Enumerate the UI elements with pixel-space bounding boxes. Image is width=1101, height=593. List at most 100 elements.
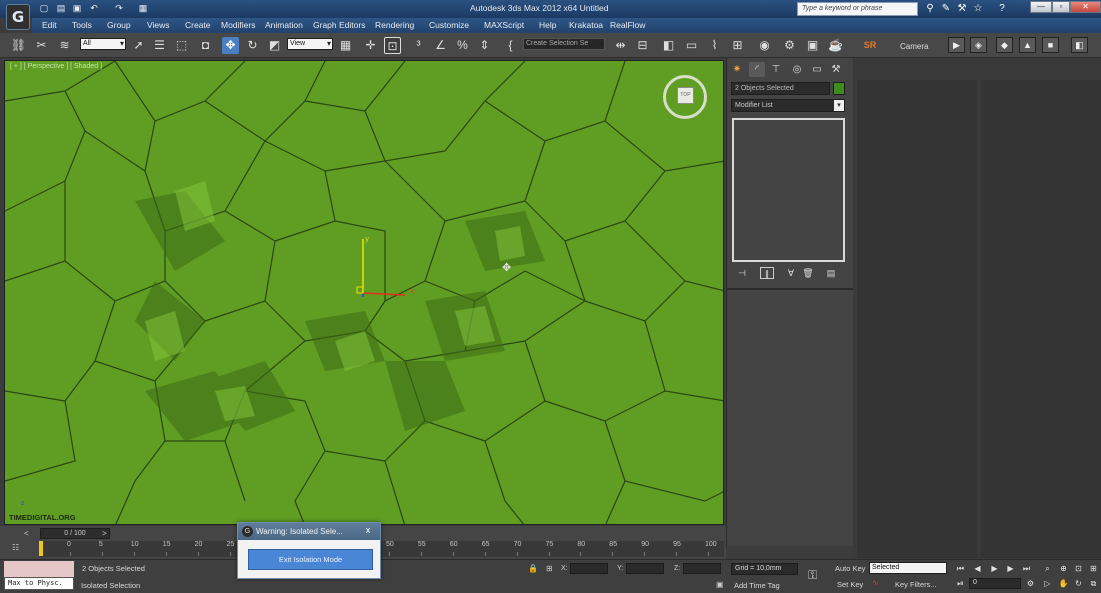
menu-group[interactable]: Group: [107, 20, 131, 30]
make-unique-icon[interactable]: ∀: [784, 267, 798, 279]
x-coord-field[interactable]: [570, 563, 608, 574]
snaps-toggle-icon[interactable]: ³: [410, 37, 427, 54]
menu-help[interactable]: Help: [539, 20, 556, 30]
menu-customize[interactable]: Customize: [429, 20, 469, 30]
flag-camera-icon[interactable]: ◧: [1071, 37, 1088, 53]
help-icon[interactable]: ?: [996, 3, 1008, 15]
selection-set-dropdown[interactable]: Selected: [869, 562, 947, 574]
new-file-icon[interactable]: ▢: [38, 3, 50, 14]
object-color-swatch[interactable]: [833, 82, 845, 95]
perspective-viewport[interactable]: y x z ✥ [ + ] [ Perspective ] [ Shaded ]…: [4, 60, 724, 525]
select-and-manipulate-icon[interactable]: ✛: [362, 37, 379, 54]
rect-selection-region-icon[interactable]: ⬚: [173, 37, 190, 54]
time-config-icon[interactable]: ⚙: [1024, 578, 1037, 589]
configure-modifier-sets-icon[interactable]: ▤: [824, 267, 838, 279]
next-frame-icon[interactable]: ▶: [1004, 563, 1017, 574]
edit-named-selection-icon[interactable]: {: [502, 37, 519, 54]
unlink-icon[interactable]: ✂: [33, 37, 50, 54]
key-icon[interactable]: ⚿: [808, 568, 817, 583]
previous-frame-icon[interactable]: ◀: [971, 563, 984, 574]
maxscript-listener-input[interactable]: Max to Physc.: [4, 577, 74, 590]
selection-filter-dropdown[interactable]: All: [80, 38, 126, 50]
zoom-all-icon[interactable]: ⊕: [1057, 563, 1070, 574]
curve-editor-icon[interactable]: ⌇: [706, 37, 723, 54]
pan-view-icon[interactable]: ✋: [1057, 578, 1070, 589]
rendered-frame-window-icon[interactable]: ▣: [804, 37, 821, 54]
create-tab-icon[interactable]: ✷: [729, 62, 745, 77]
menu-rendering[interactable]: Rendering: [375, 20, 414, 30]
mirror-icon[interactable]: ⇹: [612, 37, 629, 54]
menu-animation[interactable]: Animation: [265, 20, 303, 30]
redo-icon[interactable]: ↷: [113, 3, 125, 14]
search-input[interactable]: Type a keyword or phrase: [797, 2, 918, 16]
play-icon[interactable]: ▶: [988, 563, 1001, 574]
display-tab-icon[interactable]: ▭: [809, 62, 825, 77]
named-selection-dropdown[interactable]: Create Selection Se: [523, 38, 605, 50]
maximize-viewport-icon[interactable]: ⧉: [1087, 578, 1100, 589]
reference-coordinate-dropdown[interactable]: View: [287, 38, 333, 50]
modifier-list-dropdown[interactable]: Modifier List ▾: [731, 99, 845, 112]
key-mode-toggle-icon[interactable]: ⏯: [954, 578, 967, 589]
go-to-end-icon[interactable]: ⏭: [1020, 563, 1033, 574]
menu-maxscript[interactable]: MAXScript: [484, 20, 524, 30]
key-mode-icon[interactable]: ∿: [872, 578, 879, 587]
menu-edit[interactable]: Edit: [42, 20, 57, 30]
layer-manager-icon[interactable]: ◧: [660, 37, 677, 54]
modifier-stack[interactable]: [732, 118, 845, 262]
camera-settings-icon[interactable]: ◆: [996, 37, 1013, 53]
menu-graph-editors[interactable]: Graph Editors: [313, 20, 365, 30]
pivot-center-icon[interactable]: ▦: [337, 37, 354, 54]
time-tag-icon[interactable]: ▣: [716, 580, 724, 589]
add-time-tag-button[interactable]: Add Time Tag: [734, 581, 780, 590]
utilities-tab-icon[interactable]: ⚒: [828, 62, 844, 77]
camera-view-icon[interactable]: ◈: [970, 37, 987, 53]
close-button[interactable]: ✕: [1070, 1, 1101, 13]
menu-krakatoa[interactable]: Krakatoa: [569, 20, 603, 30]
menu-realflow[interactable]: RealFlow: [610, 20, 645, 30]
bind-space-warp-icon[interactable]: ≋: [56, 37, 73, 54]
pin-stack-icon[interactable]: ⊣: [735, 267, 749, 279]
menu-views[interactable]: Views: [147, 20, 170, 30]
select-by-name-icon[interactable]: ☰: [151, 37, 168, 54]
field-of-view-icon[interactable]: ▷: [1041, 578, 1054, 589]
maxscript-listener-output[interactable]: [4, 561, 74, 577]
track-bar[interactable]: 0510152025303540455055606570758085909510…: [40, 541, 724, 557]
percent-snap-icon[interactable]: %: [454, 37, 471, 54]
schematic-view-icon[interactable]: ⊞: [729, 37, 746, 54]
modify-tab-icon[interactable]: ◜: [749, 62, 765, 77]
camera-tool-icon[interactable]: ▶: [948, 37, 965, 53]
render-production-icon[interactable]: ☕: [827, 37, 844, 54]
angle-snap-icon[interactable]: ∠: [432, 37, 449, 54]
project-folder-icon[interactable]: ▦: [137, 3, 149, 14]
selection-name-field[interactable]: 2 Objects Selected: [731, 82, 830, 95]
select-and-link-icon[interactable]: ⛓: [10, 37, 27, 54]
binoculars-icon[interactable]: ⚲: [924, 3, 936, 15]
go-to-start-icon[interactable]: ⏮: [954, 563, 967, 574]
zoom-extents-icon[interactable]: ⊡: [1072, 563, 1085, 574]
orbit-icon[interactable]: ↻: [1072, 578, 1085, 589]
menu-tools[interactable]: Tools: [72, 20, 92, 30]
material-editor-icon[interactable]: ◉: [756, 37, 773, 54]
viewport-label-menu[interactable]: [ + ] [ Perspective ] [ Shaded ]: [10, 63, 102, 70]
graphite-ribbon-icon[interactable]: ▭: [683, 37, 700, 54]
favorites-star-icon[interactable]: ☆: [972, 3, 984, 15]
undo-icon[interactable]: ↶: [88, 3, 100, 14]
communication-center-icon[interactable]: ✎: [940, 3, 952, 15]
align-icon[interactable]: ⊟: [634, 37, 651, 54]
dialog-close-button[interactable]: x: [358, 524, 378, 537]
zoom-icon[interactable]: ⌕: [1041, 563, 1054, 574]
show-end-result-icon[interactable]: ∥: [760, 267, 774, 279]
minimize-button[interactable]: —: [1030, 1, 1052, 13]
time-slider[interactable]: 0 / 100: [40, 528, 110, 539]
select-and-move-icon[interactable]: ✥: [222, 37, 239, 54]
window-crossing-icon[interactable]: ◘: [197, 37, 214, 54]
set-key-button[interactable]: Set Key: [837, 580, 863, 589]
remove-modifier-icon[interactable]: 🗑: [801, 267, 815, 279]
y-coord-field[interactable]: [626, 563, 664, 574]
keyboard-shortcut-override-icon[interactable]: ⊡: [384, 37, 401, 54]
application-button[interactable]: G: [6, 4, 30, 30]
auto-key-button[interactable]: Auto Key: [835, 564, 865, 573]
mini-curve-editor-icon[interactable]: ☷: [12, 543, 19, 552]
absolute-mode-icon[interactable]: ⊞: [546, 564, 553, 573]
slider-next-icon[interactable]: >: [102, 529, 107, 538]
